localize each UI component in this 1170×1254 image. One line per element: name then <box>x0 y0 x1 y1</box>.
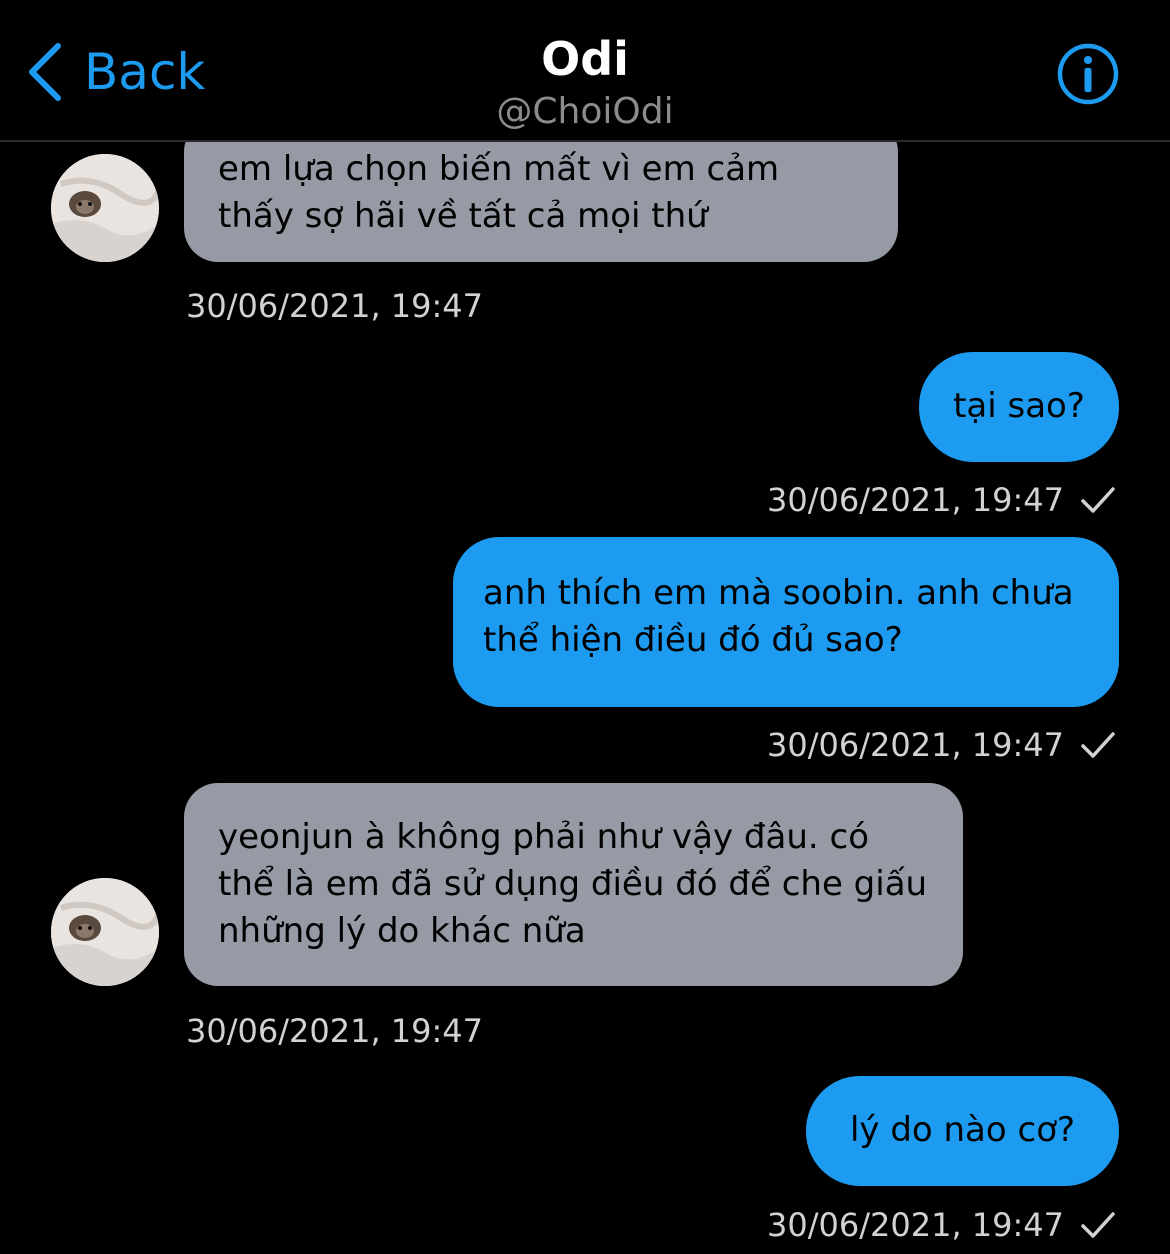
avatar-image <box>51 878 159 986</box>
message-timestamp: 30/06/2021, 19:47 <box>767 481 1064 519</box>
message-thread[interactable]: em lựa chọn biến mất vì em cảm thấy sợ h… <box>0 0 1170 1254</box>
message-timestamp: 30/06/2021, 19:47 <box>186 287 483 325</box>
outgoing-message-bubble[interactable]: anh thích em mà soobin. anh chưa thể hiệ… <box>453 537 1119 707</box>
message-text: em lựa chọn biến mất vì em cảm thấy sợ h… <box>218 149 780 236</box>
message-timestamp: 30/06/2021, 19:47 <box>767 1206 1064 1244</box>
message-text: lý do nào cơ? <box>849 1110 1076 1150</box>
message-timestamp-row: 30/06/2021, 19:47 <box>767 1209 1116 1241</box>
sent-check-icon <box>1080 731 1116 759</box>
info-button[interactable] <box>1056 42 1120 106</box>
conversation-header: Back Odi @ChoiOdi <box>0 0 1170 142</box>
message-text: yeonjun à không phải như vậy đâu. có thể… <box>218 817 928 951</box>
info-icon <box>1057 43 1119 105</box>
outgoing-message-bubble[interactable]: tại sao? <box>919 352 1119 462</box>
message-timestamp-row: 30/06/2021, 19:47 <box>767 484 1116 516</box>
incoming-message-bubble[interactable]: yeonjun à không phải như vậy đâu. có thể… <box>184 783 963 986</box>
avatar-image <box>51 154 159 262</box>
message-timestamp: 30/06/2021, 19:47 <box>767 726 1064 764</box>
message-text: anh thích em mà soobin. anh chưa thể hiệ… <box>483 573 1074 660</box>
avatar[interactable] <box>51 154 159 262</box>
message-timestamp-row: 30/06/2021, 19:47 <box>767 729 1116 761</box>
message-timestamp: 30/06/2021, 19:47 <box>186 1012 483 1050</box>
conversation-handle: @ChoiOdi <box>496 91 674 132</box>
message-text: tại sao? <box>953 386 1085 426</box>
sent-check-icon <box>1080 1211 1116 1239</box>
conversation-title: Odi <box>541 32 629 86</box>
avatar[interactable] <box>51 878 159 986</box>
outgoing-message-bubble[interactable]: lý do nào cơ? <box>806 1076 1119 1186</box>
sent-check-icon <box>1080 486 1116 514</box>
